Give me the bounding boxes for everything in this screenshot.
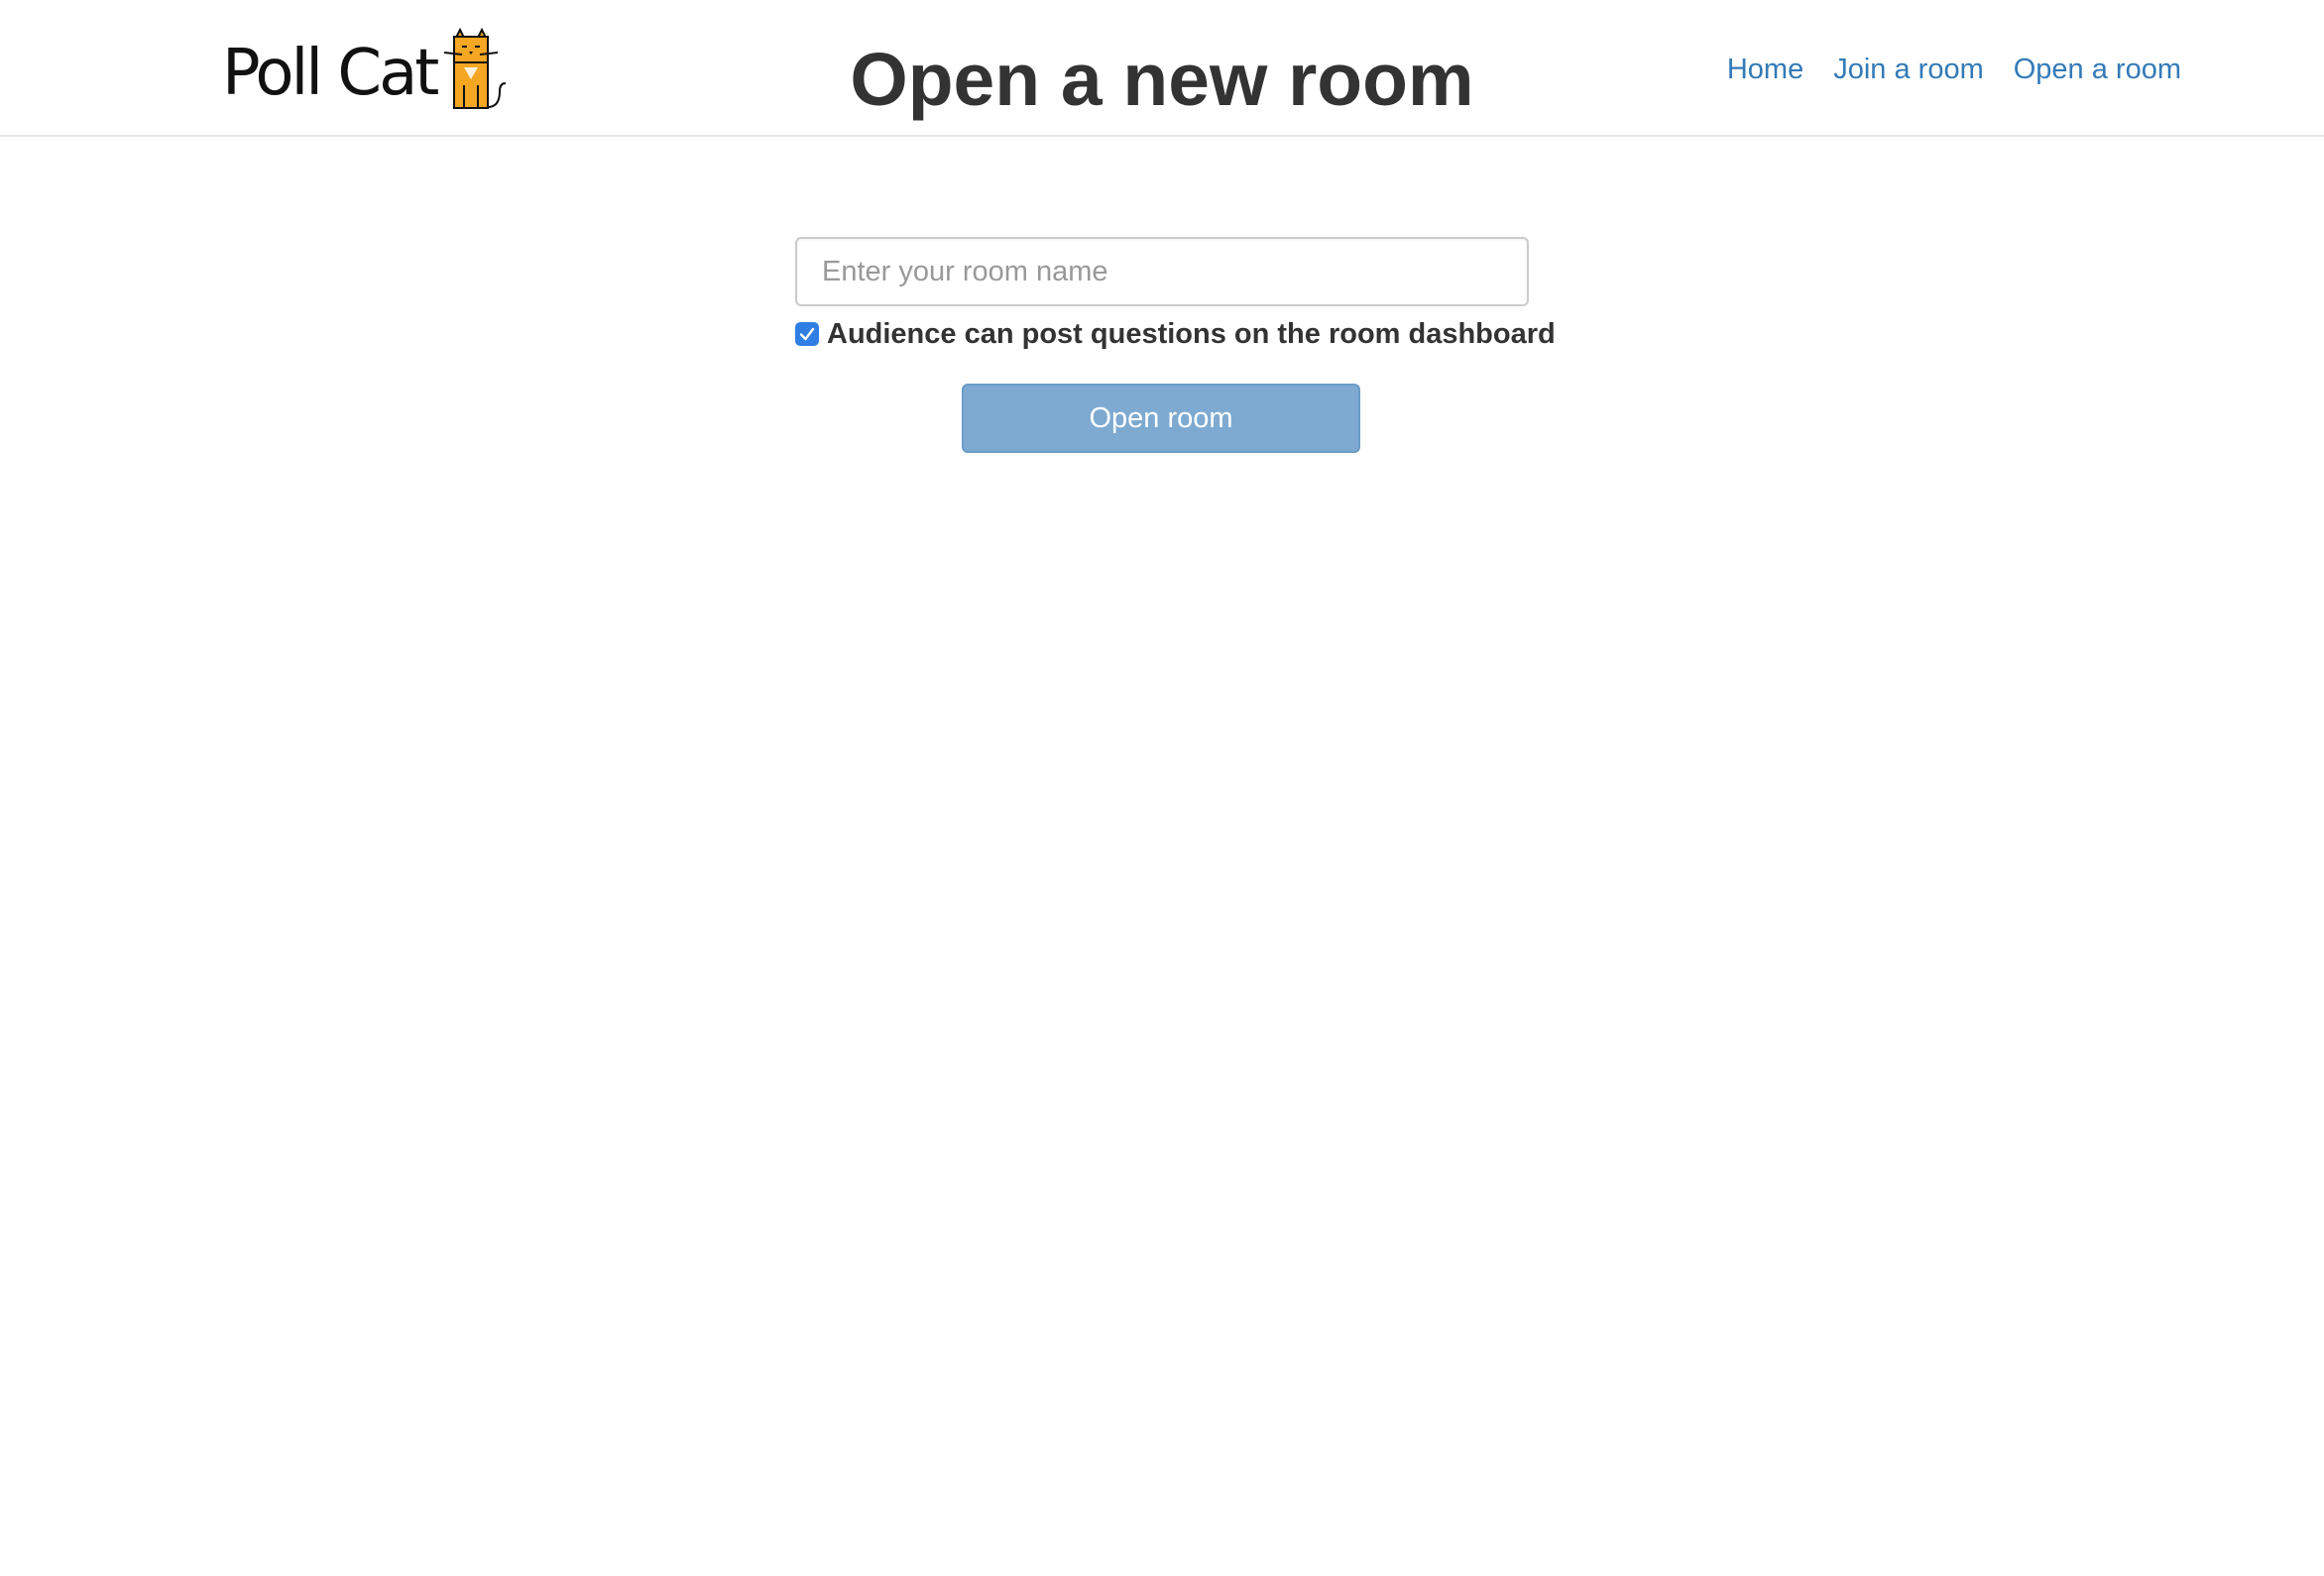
nav-home-link[interactable]: Home <box>1727 50 1803 89</box>
checkmark-icon <box>799 327 815 341</box>
top-navbar: Poll Cat Open a new room Home Join a roo… <box>0 0 2324 137</box>
main-nav: Home Join a room Open a room <box>1727 50 2181 89</box>
audience-questions-checkbox[interactable] <box>795 322 819 346</box>
room-name-input[interactable] <box>795 237 1529 306</box>
audience-questions-label: Audience can post questions on the room … <box>827 317 1556 350</box>
open-room-button[interactable]: Open room <box>962 384 1360 453</box>
open-room-form: Audience can post questions on the room … <box>795 237 1556 356</box>
audience-questions-row: Audience can post questions on the room … <box>795 312 1556 356</box>
nav-open-room-link[interactable]: Open a room <box>2014 50 2181 89</box>
nav-join-room-link[interactable]: Join a room <box>1833 50 1984 89</box>
